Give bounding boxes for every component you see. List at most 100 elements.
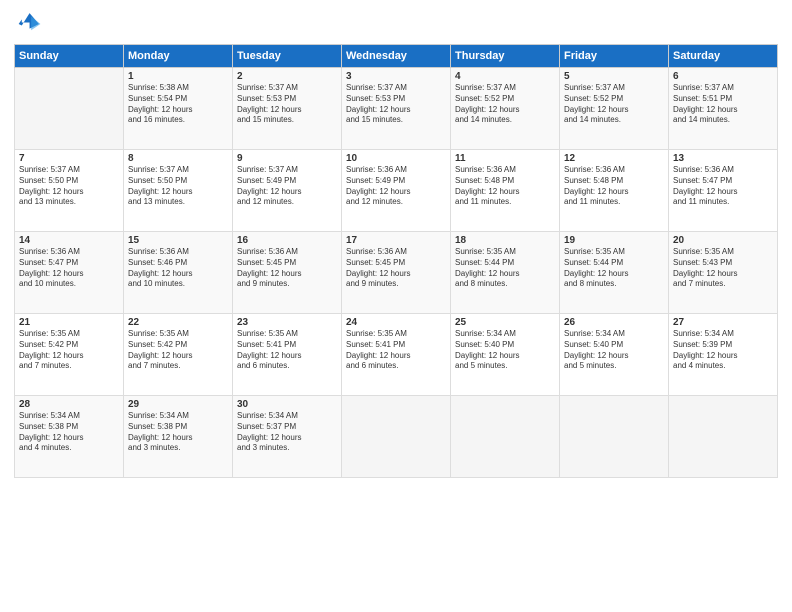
calendar-cell: 25Sunrise: 5:34 AM Sunset: 5:40 PM Dayli… [451,314,560,396]
calendar-cell [451,396,560,478]
calendar-cell: 9Sunrise: 5:37 AM Sunset: 5:49 PM Daylig… [233,150,342,232]
cell-text: Sunrise: 5:34 AM Sunset: 5:37 PM Dayligh… [237,411,337,454]
cell-text: Sunrise: 5:35 AM Sunset: 5:41 PM Dayligh… [346,329,446,372]
day-number: 29 [128,399,228,410]
calendar-cell: 23Sunrise: 5:35 AM Sunset: 5:41 PM Dayli… [233,314,342,396]
day-number: 5 [564,71,664,82]
cell-text: Sunrise: 5:37 AM Sunset: 5:51 PM Dayligh… [673,83,773,126]
calendar-cell: 20Sunrise: 5:35 AM Sunset: 5:43 PM Dayli… [669,232,778,314]
calendar-cell: 29Sunrise: 5:34 AM Sunset: 5:38 PM Dayli… [124,396,233,478]
cell-text: Sunrise: 5:36 AM Sunset: 5:49 PM Dayligh… [346,165,446,208]
calendar-cell: 18Sunrise: 5:35 AM Sunset: 5:44 PM Dayli… [451,232,560,314]
day-number: 6 [673,71,773,82]
day-number: 4 [455,71,555,82]
day-number: 21 [19,317,119,328]
cell-text: Sunrise: 5:35 AM Sunset: 5:44 PM Dayligh… [564,247,664,290]
calendar-cell: 16Sunrise: 5:36 AM Sunset: 5:45 PM Dayli… [233,232,342,314]
cell-text: Sunrise: 5:36 AM Sunset: 5:47 PM Dayligh… [673,165,773,208]
calendar-cell: 17Sunrise: 5:36 AM Sunset: 5:45 PM Dayli… [342,232,451,314]
calendar-cell: 30Sunrise: 5:34 AM Sunset: 5:37 PM Dayli… [233,396,342,478]
day-number: 3 [346,71,446,82]
cell-text: Sunrise: 5:34 AM Sunset: 5:39 PM Dayligh… [673,329,773,372]
day-number: 24 [346,317,446,328]
day-number: 9 [237,153,337,164]
cell-text: Sunrise: 5:36 AM Sunset: 5:47 PM Dayligh… [19,247,119,290]
calendar-cell: 3Sunrise: 5:37 AM Sunset: 5:53 PM Daylig… [342,68,451,150]
day-number: 17 [346,235,446,246]
calendar-cell: 1Sunrise: 5:38 AM Sunset: 5:54 PM Daylig… [124,68,233,150]
cell-text: Sunrise: 5:36 AM Sunset: 5:48 PM Dayligh… [564,165,664,208]
header-day: Monday [124,45,233,68]
calendar-week-row: 28Sunrise: 5:34 AM Sunset: 5:38 PM Dayli… [15,396,778,478]
calendar-cell: 5Sunrise: 5:37 AM Sunset: 5:52 PM Daylig… [560,68,669,150]
calendar-cell: 21Sunrise: 5:35 AM Sunset: 5:42 PM Dayli… [15,314,124,396]
cell-text: Sunrise: 5:35 AM Sunset: 5:42 PM Dayligh… [128,329,228,372]
calendar-week-row: 14Sunrise: 5:36 AM Sunset: 5:47 PM Dayli… [15,232,778,314]
day-number: 30 [237,399,337,410]
day-number: 16 [237,235,337,246]
calendar-cell: 22Sunrise: 5:35 AM Sunset: 5:42 PM Dayli… [124,314,233,396]
day-number: 11 [455,153,555,164]
cell-text: Sunrise: 5:37 AM Sunset: 5:50 PM Dayligh… [19,165,119,208]
calendar-cell: 8Sunrise: 5:37 AM Sunset: 5:50 PM Daylig… [124,150,233,232]
logo [14,10,44,38]
day-number: 23 [237,317,337,328]
page: SundayMondayTuesdayWednesdayThursdayFrid… [0,0,792,612]
day-number: 18 [455,235,555,246]
cell-text: Sunrise: 5:34 AM Sunset: 5:40 PM Dayligh… [564,329,664,372]
calendar-cell [669,396,778,478]
header [14,10,778,38]
calendar-week-row: 1Sunrise: 5:38 AM Sunset: 5:54 PM Daylig… [15,68,778,150]
header-row: SundayMondayTuesdayWednesdayThursdayFrid… [15,45,778,68]
calendar-cell: 27Sunrise: 5:34 AM Sunset: 5:39 PM Dayli… [669,314,778,396]
day-number: 8 [128,153,228,164]
cell-text: Sunrise: 5:38 AM Sunset: 5:54 PM Dayligh… [128,83,228,126]
header-day: Tuesday [233,45,342,68]
cell-text: Sunrise: 5:37 AM Sunset: 5:49 PM Dayligh… [237,165,337,208]
calendar-cell [560,396,669,478]
calendar-week-row: 7Sunrise: 5:37 AM Sunset: 5:50 PM Daylig… [15,150,778,232]
header-day: Saturday [669,45,778,68]
calendar-cell: 7Sunrise: 5:37 AM Sunset: 5:50 PM Daylig… [15,150,124,232]
header-day: Thursday [451,45,560,68]
calendar-cell: 2Sunrise: 5:37 AM Sunset: 5:53 PM Daylig… [233,68,342,150]
header-day: Sunday [15,45,124,68]
day-number: 2 [237,71,337,82]
day-number: 12 [564,153,664,164]
cell-text: Sunrise: 5:36 AM Sunset: 5:46 PM Dayligh… [128,247,228,290]
day-number: 26 [564,317,664,328]
cell-text: Sunrise: 5:37 AM Sunset: 5:52 PM Dayligh… [455,83,555,126]
header-day: Friday [560,45,669,68]
cell-text: Sunrise: 5:35 AM Sunset: 5:42 PM Dayligh… [19,329,119,372]
calendar-cell [15,68,124,150]
header-day: Wednesday [342,45,451,68]
cell-text: Sunrise: 5:34 AM Sunset: 5:40 PM Dayligh… [455,329,555,372]
cell-text: Sunrise: 5:34 AM Sunset: 5:38 PM Dayligh… [128,411,228,454]
calendar-cell: 4Sunrise: 5:37 AM Sunset: 5:52 PM Daylig… [451,68,560,150]
day-number: 14 [19,235,119,246]
calendar-cell: 19Sunrise: 5:35 AM Sunset: 5:44 PM Dayli… [560,232,669,314]
logo-icon [14,10,42,38]
day-number: 1 [128,71,228,82]
day-number: 10 [346,153,446,164]
cell-text: Sunrise: 5:36 AM Sunset: 5:45 PM Dayligh… [346,247,446,290]
calendar-cell: 28Sunrise: 5:34 AM Sunset: 5:38 PM Dayli… [15,396,124,478]
cell-text: Sunrise: 5:37 AM Sunset: 5:53 PM Dayligh… [237,83,337,126]
cell-text: Sunrise: 5:36 AM Sunset: 5:45 PM Dayligh… [237,247,337,290]
day-number: 13 [673,153,773,164]
calendar-cell: 13Sunrise: 5:36 AM Sunset: 5:47 PM Dayli… [669,150,778,232]
day-number: 28 [19,399,119,410]
calendar-cell: 15Sunrise: 5:36 AM Sunset: 5:46 PM Dayli… [124,232,233,314]
cell-text: Sunrise: 5:37 AM Sunset: 5:52 PM Dayligh… [564,83,664,126]
calendar-cell: 12Sunrise: 5:36 AM Sunset: 5:48 PM Dayli… [560,150,669,232]
cell-text: Sunrise: 5:37 AM Sunset: 5:53 PM Dayligh… [346,83,446,126]
calendar-week-row: 21Sunrise: 5:35 AM Sunset: 5:42 PM Dayli… [15,314,778,396]
calendar-cell: 11Sunrise: 5:36 AM Sunset: 5:48 PM Dayli… [451,150,560,232]
cell-text: Sunrise: 5:36 AM Sunset: 5:48 PM Dayligh… [455,165,555,208]
cell-text: Sunrise: 5:34 AM Sunset: 5:38 PM Dayligh… [19,411,119,454]
day-number: 20 [673,235,773,246]
calendar-cell: 10Sunrise: 5:36 AM Sunset: 5:49 PM Dayli… [342,150,451,232]
calendar-cell: 14Sunrise: 5:36 AM Sunset: 5:47 PM Dayli… [15,232,124,314]
cell-text: Sunrise: 5:35 AM Sunset: 5:41 PM Dayligh… [237,329,337,372]
calendar-cell [342,396,451,478]
